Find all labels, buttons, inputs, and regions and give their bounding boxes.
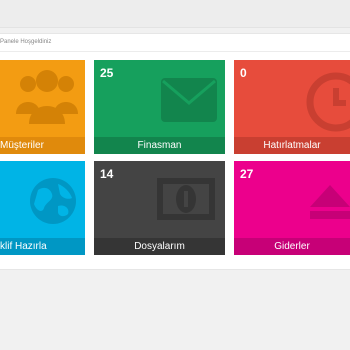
clock-icon xyxy=(306,72,350,137)
money-icon xyxy=(156,177,216,226)
divider xyxy=(0,51,350,52)
tile-count: 25 xyxy=(100,66,114,80)
tile-label: Giderler xyxy=(234,238,350,255)
tile-label: klif Hazırla xyxy=(0,238,85,255)
tile-label: Müşteriler xyxy=(0,137,85,154)
tile-label: Dosyalarım xyxy=(94,238,225,255)
tile-count: 27 xyxy=(240,167,254,181)
content-background xyxy=(0,270,350,350)
tile-finasman[interactable]: 25 Finasman xyxy=(94,60,225,154)
tile-label: Hatırlatmalar xyxy=(234,137,350,154)
top-bar xyxy=(0,0,350,28)
envelope-icon xyxy=(160,77,218,128)
tile-label: Finasman xyxy=(94,137,225,154)
tile-dosyalarim[interactable]: 14 Dosyalarım xyxy=(94,161,225,255)
tile-count: 0 xyxy=(240,66,247,80)
tile-musteriler[interactable]: Müşteriler xyxy=(0,60,85,154)
tile-giderler[interactable]: 27 Giderler xyxy=(234,161,350,255)
tile-count: 14 xyxy=(100,167,114,181)
globe-icon xyxy=(28,176,78,231)
tile-teklif-hazirla[interactable]: klif Hazırla xyxy=(0,161,85,255)
users-icon xyxy=(14,66,80,131)
welcome-text: Panele Hoşgeldiniz xyxy=(0,39,52,45)
tile-hatirlatmalar[interactable]: 0 Hatırlatmalar xyxy=(234,60,350,154)
eject-icon xyxy=(308,183,350,226)
